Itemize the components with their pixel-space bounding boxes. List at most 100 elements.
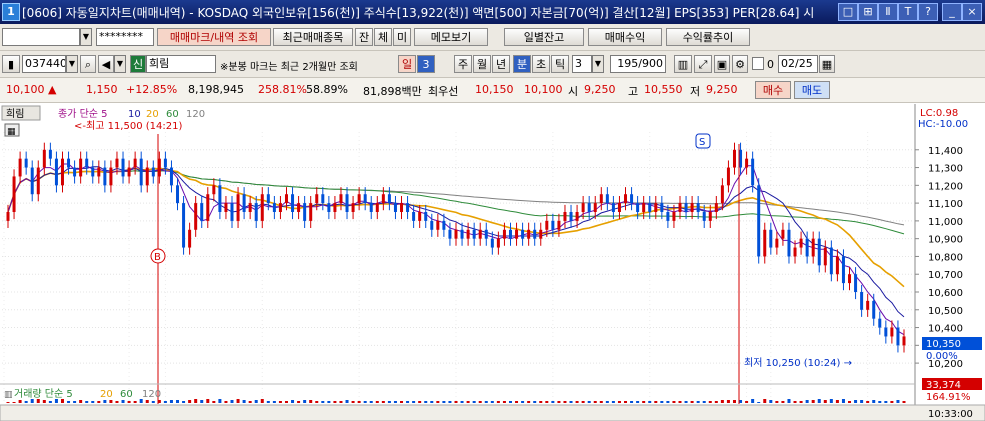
unfilled-button[interactable]: 미 <box>393 28 411 46</box>
volume-bar <box>278 401 282 403</box>
help-icon[interactable]: ? <box>918 3 938 21</box>
volume-bar <box>418 401 422 403</box>
tab-month[interactable]: 월 <box>473 55 491 73</box>
volume-ma20: 20 <box>100 389 113 400</box>
candle-body <box>878 318 882 328</box>
candle-body <box>539 229 543 239</box>
volume-bar <box>684 401 688 403</box>
candle-body <box>260 194 264 221</box>
checkbox[interactable] <box>752 57 764 70</box>
day-count[interactable]: 3 <box>417 55 435 73</box>
balance-button[interactable]: 잔 <box>355 28 373 46</box>
trade-amount: 81,898백만 <box>363 85 422 98</box>
candle-body <box>212 185 216 195</box>
volume-bar <box>291 400 295 403</box>
grid-icon[interactable]: ⊞ <box>858 3 878 21</box>
account-dropdown-icon[interactable]: ▼ <box>80 28 92 46</box>
count-input[interactable]: 195/900 <box>610 55 666 73</box>
candle-body <box>54 158 58 186</box>
candle-body <box>732 149 736 168</box>
panel-icon[interactable]: ▮ <box>2 55 20 73</box>
candle-body <box>708 212 712 221</box>
volume-pct-tag: 164.91% <box>926 392 971 403</box>
candle-body <box>430 220 434 230</box>
sell-button[interactable]: 매도 <box>794 81 830 99</box>
candle-body <box>757 185 761 257</box>
save-icon[interactable]: ▣ <box>714 55 730 73</box>
candle-body <box>848 274 852 284</box>
tab-second[interactable]: 초 <box>532 55 550 73</box>
table-icon[interactable]: ▦ <box>7 127 16 137</box>
market-badge: 신 <box>130 55 146 73</box>
candle-body <box>73 167 77 177</box>
legend-ma20: 20 <box>146 109 159 120</box>
tab-year[interactable]: 년 <box>492 55 510 73</box>
tab-minute[interactable]: 분 <box>513 55 531 73</box>
interval-input[interactable]: 3 <box>572 55 592 73</box>
restore-icon[interactable]: □ <box>838 3 858 21</box>
candle-body <box>563 212 567 221</box>
volume-bar <box>624 401 628 403</box>
volume-bar <box>412 401 416 403</box>
candle-body <box>872 300 876 319</box>
memo-button[interactable]: 메모보기 <box>414 28 488 46</box>
date-input[interactable]: 02/25 <box>778 55 818 73</box>
volume-bar <box>630 401 634 403</box>
price-chart[interactable]: 11,400 11,300 11,200 11,100 11,000 10,900 10,8… <box>0 104 985 421</box>
volume-bar <box>284 401 288 403</box>
candle-body <box>266 194 270 204</box>
tab-tick[interactable]: 틱 <box>551 55 569 73</box>
candle-body <box>182 203 186 248</box>
close-icon[interactable]: × <box>962 3 982 21</box>
minimize-icon[interactable]: _ <box>942 3 962 21</box>
search-icon[interactable]: ⌕ <box>80 55 96 73</box>
daily-balance-button[interactable]: 일별잔고 <box>504 28 584 46</box>
volume-bar <box>872 400 876 403</box>
volume-bar <box>781 401 785 403</box>
text-icon[interactable]: T <box>898 3 918 21</box>
buy-button[interactable]: 매수 <box>755 81 791 99</box>
trade-mark-query-button[interactable]: 매매마크/내역 조회 <box>157 28 271 46</box>
tab-day[interactable]: 일 <box>398 55 416 73</box>
volume-bar <box>563 401 567 403</box>
candle-body <box>835 256 839 275</box>
filled-button[interactable]: 체 <box>374 28 392 46</box>
candle-body <box>521 229 525 239</box>
volume-bar <box>12 402 16 403</box>
code-dropdown-icon[interactable]: ▼ <box>66 55 78 73</box>
account-input[interactable] <box>2 28 80 46</box>
volume-bar <box>884 401 888 403</box>
recent-trades-button[interactable]: 최근매매종목 <box>273 28 353 46</box>
zoom-icon[interactable]: ⤢ <box>694 55 712 73</box>
volume-bar <box>18 400 22 403</box>
candle-body <box>442 220 446 230</box>
candle-body <box>248 203 252 212</box>
stock-code-input[interactable]: 037440 <box>22 55 66 73</box>
candle-body <box>206 194 210 221</box>
volume-bar <box>266 401 270 403</box>
trade-profit-button[interactable]: 매매수익 <box>588 28 662 46</box>
candle-body <box>751 158 755 186</box>
sound-icon[interactable]: ◀ <box>98 55 114 73</box>
volume-bar <box>702 401 706 403</box>
candle-body <box>151 167 155 177</box>
current-price: 10,100 ▲ <box>6 83 57 96</box>
chart-stock-tab[interactable]: 희림 <box>6 108 24 120</box>
volume-bar <box>115 401 119 403</box>
pause-icon[interactable]: Ⅱ <box>878 3 898 21</box>
calendar-icon[interactable]: ▦ <box>819 55 835 73</box>
lc-label: LC:0.98 <box>920 108 958 119</box>
candle-icon[interactable]: ▥ <box>674 55 692 73</box>
candle-body <box>36 167 40 195</box>
password-input[interactable]: ******** <box>96 28 154 46</box>
stock-name-field[interactable]: 희림 <box>146 55 216 73</box>
gear-icon[interactable]: ⚙ <box>732 55 748 73</box>
volume-bar <box>248 401 252 403</box>
candle-body <box>103 167 107 186</box>
interval-dropdown-icon[interactable]: ▼ <box>592 55 604 73</box>
tab-week[interactable]: 주 <box>454 55 472 73</box>
sound-dropdown-icon[interactable]: ▼ <box>114 55 126 73</box>
return-trend-button[interactable]: 수익률추이 <box>666 28 750 46</box>
legend-ma60: 60 <box>166 109 179 120</box>
candle-body <box>611 203 615 212</box>
